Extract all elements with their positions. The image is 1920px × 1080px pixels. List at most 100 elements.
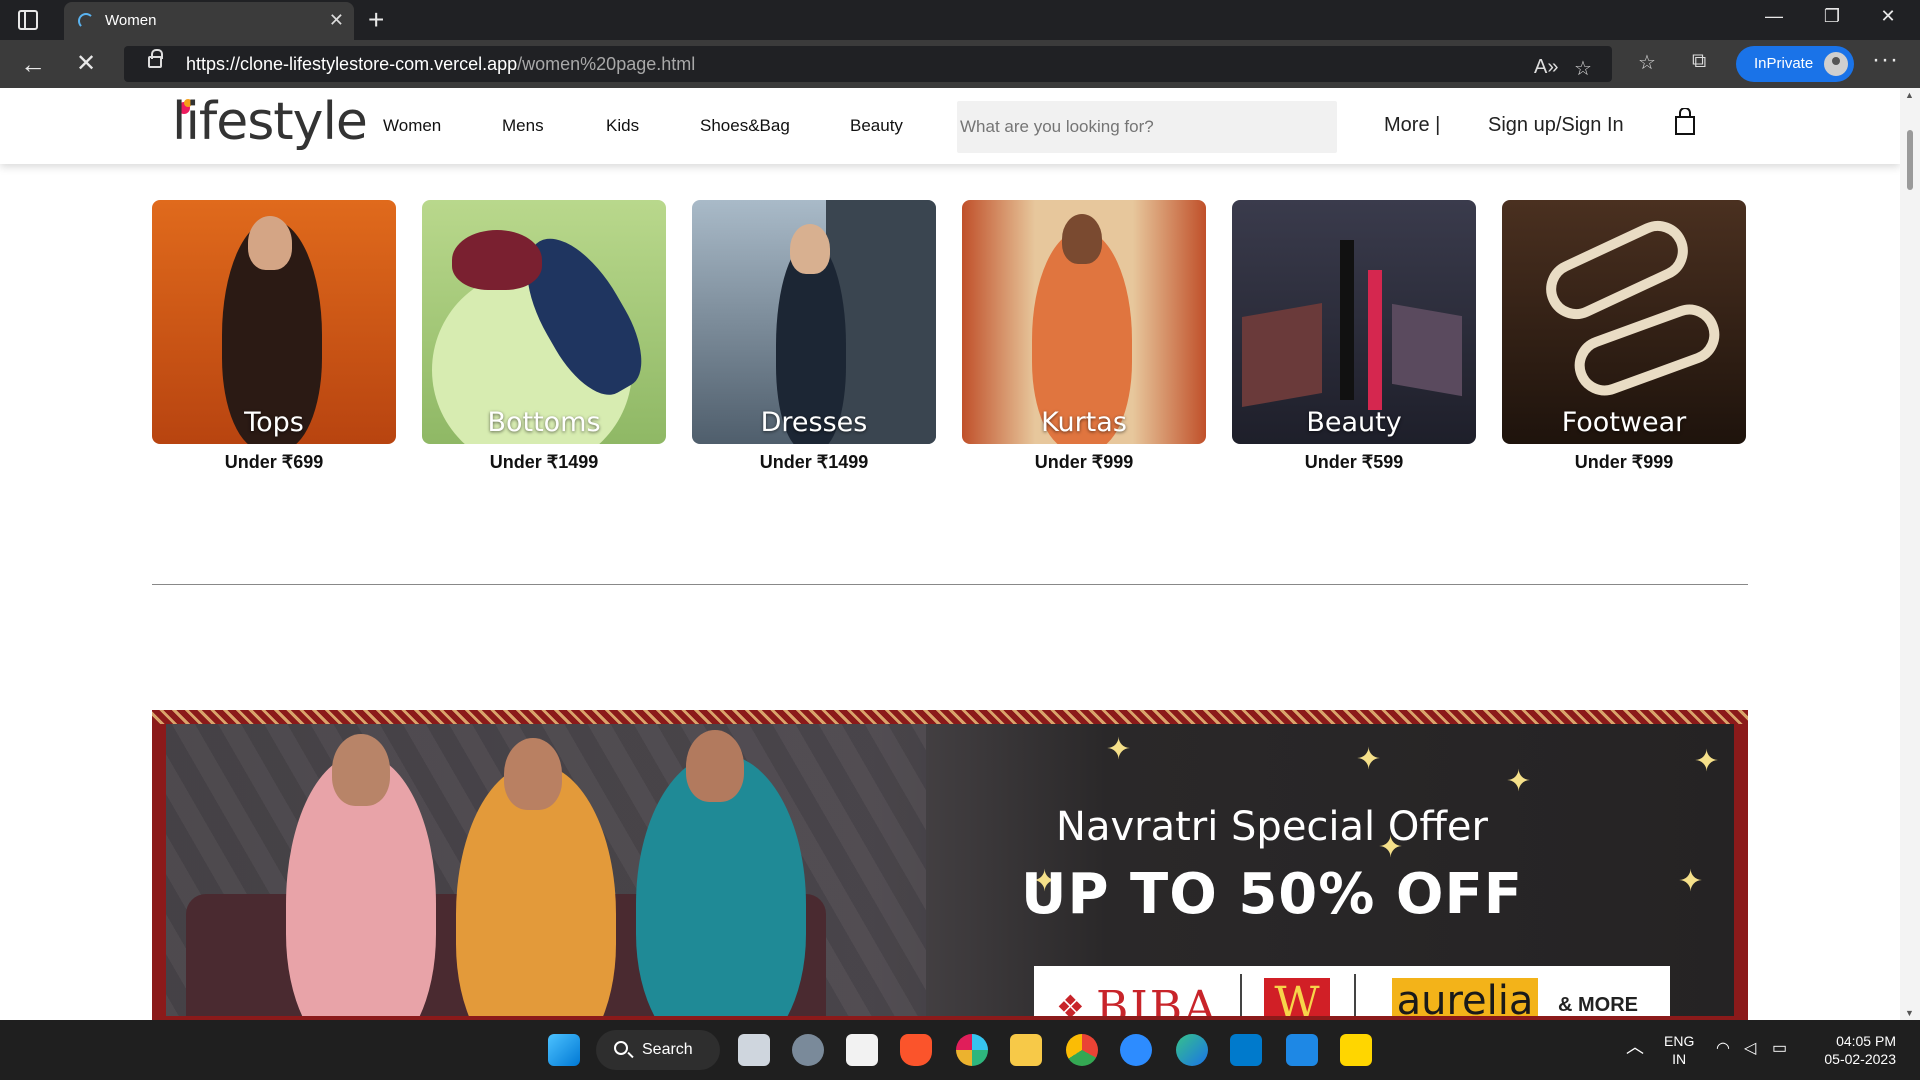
brand-biba: BIBA [1096, 982, 1218, 1016]
settings-gear-icon[interactable] [792, 1034, 824, 1066]
nav-women[interactable]: Women [383, 116, 441, 136]
url-host: https://clone-lifestylestore-com.vercel.… [186, 54, 518, 74]
new-tab-icon[interactable]: + [368, 4, 384, 36]
profile-avatar [1822, 50, 1850, 78]
window-close-icon[interactable]: ✕ [1868, 6, 1908, 27]
category-card-dresses[interactable]: Dresses Under ₹1499 [692, 200, 936, 473]
read-aloud-icon[interactable]: A» [1534, 56, 1558, 79]
nav-beauty[interactable]: Beauty [850, 116, 903, 136]
windows-taskbar: Search ︿ ENG IN ◠ ◁ ▭ 04:05 PM 05-02-202… [0, 1020, 1920, 1080]
clock[interactable]: 04:05 PM 05-02-2023 [1812, 1032, 1896, 1068]
language-indicator[interactable]: ENG IN [1664, 1032, 1694, 1068]
category-card-bottoms[interactable]: Bottoms Under ₹1499 [422, 200, 666, 473]
category-image[interactable]: Tops [152, 200, 396, 444]
nav-kids[interactable]: Kids [606, 116, 639, 136]
brand-w: W [1264, 978, 1330, 1016]
mail-icon[interactable] [1286, 1034, 1318, 1066]
category-card-tops[interactable]: Tops Under ₹699 [152, 200, 396, 473]
microsoft-store-icon[interactable] [846, 1034, 878, 1066]
settings-more-icon[interactable]: ··· [1872, 46, 1899, 74]
biba-logo-icon: ❖ [1056, 989, 1085, 1016]
category-price: Under ₹699 [224, 452, 324, 472]
category-image[interactable]: Dresses [692, 200, 936, 444]
category-label: Tops [244, 407, 304, 438]
scroll-thumb[interactable] [1907, 130, 1913, 190]
banner-border-pattern [152, 710, 1748, 724]
clock-date: 05-02-2023 [1824, 1051, 1896, 1067]
nav-mens[interactable]: Mens [502, 116, 544, 136]
category-card-kurtas[interactable]: Kurtas Under ₹999 [962, 200, 1206, 473]
sparkle-icon: ✦ [1356, 743, 1382, 776]
sparkle-icon: ✦ [1106, 733, 1132, 766]
minimize-icon[interactable]: — [1754, 6, 1794, 27]
brand-aurelia: aurelia [1392, 978, 1538, 1016]
sticky-notes-icon[interactable] [1340, 1034, 1372, 1066]
scroll-up-icon[interactable]: ▲ [1905, 90, 1914, 100]
inprivate-label: InPrivate [1754, 55, 1814, 72]
edge-browser-icon[interactable] [1176, 1034, 1208, 1066]
url-field[interactable]: https://clone-lifestylestore-com.vercel.… [124, 46, 1612, 82]
category-card-footwear[interactable]: Footwear Under ₹999 [1502, 200, 1746, 473]
chrome-icon[interactable] [1066, 1034, 1098, 1066]
zoom-icon[interactable] [1120, 1034, 1152, 1066]
category-image[interactable]: Footwear [1502, 200, 1746, 444]
task-view-icon[interactable] [738, 1034, 770, 1066]
scroll-down-icon[interactable]: ▼ [1905, 1008, 1914, 1018]
category-label: Beauty [1306, 407, 1402, 438]
category-image[interactable]: Kurtas [962, 200, 1206, 444]
favorites-icon[interactable]: ☆ [1638, 50, 1656, 75]
signin-link[interactable]: Sign up/Sign In [1488, 114, 1624, 137]
banner-image: ✦ ✦ ✦ ✦ ✦ ✦ ✦ Navratri Special Offer UP … [166, 724, 1734, 1016]
category-price: Under ₹1499 [489, 452, 599, 472]
slack-icon[interactable] [956, 1034, 988, 1066]
clock-time: 04:05 PM [1836, 1033, 1896, 1049]
brand-more: & MORE [1558, 994, 1638, 1016]
category-price: Under ₹999 [1574, 452, 1674, 472]
battery-icon[interactable]: ▭ [1772, 1040, 1787, 1058]
navratri-offer-banner[interactable]: ✦ ✦ ✦ ✦ ✦ ✦ ✦ Navratri Special Offer UP … [152, 710, 1748, 1020]
nav-shoes-bag[interactable]: Shoes&Bag [700, 116, 790, 136]
language-bottom: IN [1672, 1051, 1687, 1067]
vscode-icon[interactable] [1230, 1034, 1262, 1066]
wifi-icon[interactable]: ◠ [1716, 1040, 1730, 1058]
page-scrollbar[interactable]: ▲ ▼ [1900, 88, 1920, 1020]
category-price: Under ₹1499 [759, 452, 869, 472]
category-image[interactable]: Bottoms [422, 200, 666, 444]
brand-separator [1354, 974, 1356, 1016]
collections-icon[interactable]: ⧉ [1692, 50, 1706, 73]
tab-actions-icon[interactable] [18, 10, 38, 30]
browser-tab-active[interactable]: Women ✕ [64, 2, 354, 40]
category-label: Footwear [1561, 407, 1687, 438]
site-header: lifestyle Women Mens Kids Shoes&Bag Beau… [0, 88, 1900, 164]
lock-icon[interactable] [148, 49, 163, 68]
brave-browser-icon[interactable] [900, 1034, 932, 1066]
file-explorer-icon[interactable] [1010, 1034, 1042, 1066]
lifestyle-logo[interactable]: lifestyle [172, 92, 368, 152]
windows-start-icon[interactable] [548, 1034, 580, 1066]
more-link[interactable]: More | [1384, 114, 1440, 137]
category-price: Under ₹999 [1034, 452, 1134, 472]
category-image[interactable]: Beauty [1232, 200, 1476, 444]
url-text: https://clone-lifestylestore-com.vercel.… [186, 54, 695, 75]
loading-spinner-icon [78, 13, 94, 29]
add-favorite-icon[interactable]: ☆ [1574, 56, 1592, 81]
section-divider [152, 584, 1748, 585]
category-price: Under ₹599 [1304, 452, 1404, 472]
sparkle-icon: ✦ [1694, 745, 1720, 778]
tab-close-icon[interactable]: ✕ [329, 10, 344, 31]
offer-title: UP TO 50% OFF [1021, 862, 1523, 927]
category-card-beauty[interactable]: Beauty Under ₹599 [1232, 200, 1476, 473]
shopping-bag-icon[interactable] [1674, 108, 1696, 136]
search-input[interactable] [957, 101, 1337, 153]
inprivate-button[interactable]: InPrivate [1736, 46, 1854, 82]
category-label: Bottoms [487, 407, 601, 438]
restore-icon[interactable]: ❐ [1812, 6, 1852, 27]
url-path: /women%20page.html [517, 54, 696, 74]
volume-icon[interactable]: ◁ [1744, 1040, 1756, 1058]
brand-separator [1240, 974, 1242, 1016]
taskbar-search-button[interactable]: Search [596, 1030, 720, 1070]
back-arrow-icon[interactable]: ← [20, 49, 46, 80]
stop-loading-icon[interactable]: ✕ [76, 49, 96, 78]
tray-overflow-chevron-icon[interactable]: ︿ [1626, 1038, 1644, 1056]
category-label: Kurtas [1041, 407, 1127, 438]
